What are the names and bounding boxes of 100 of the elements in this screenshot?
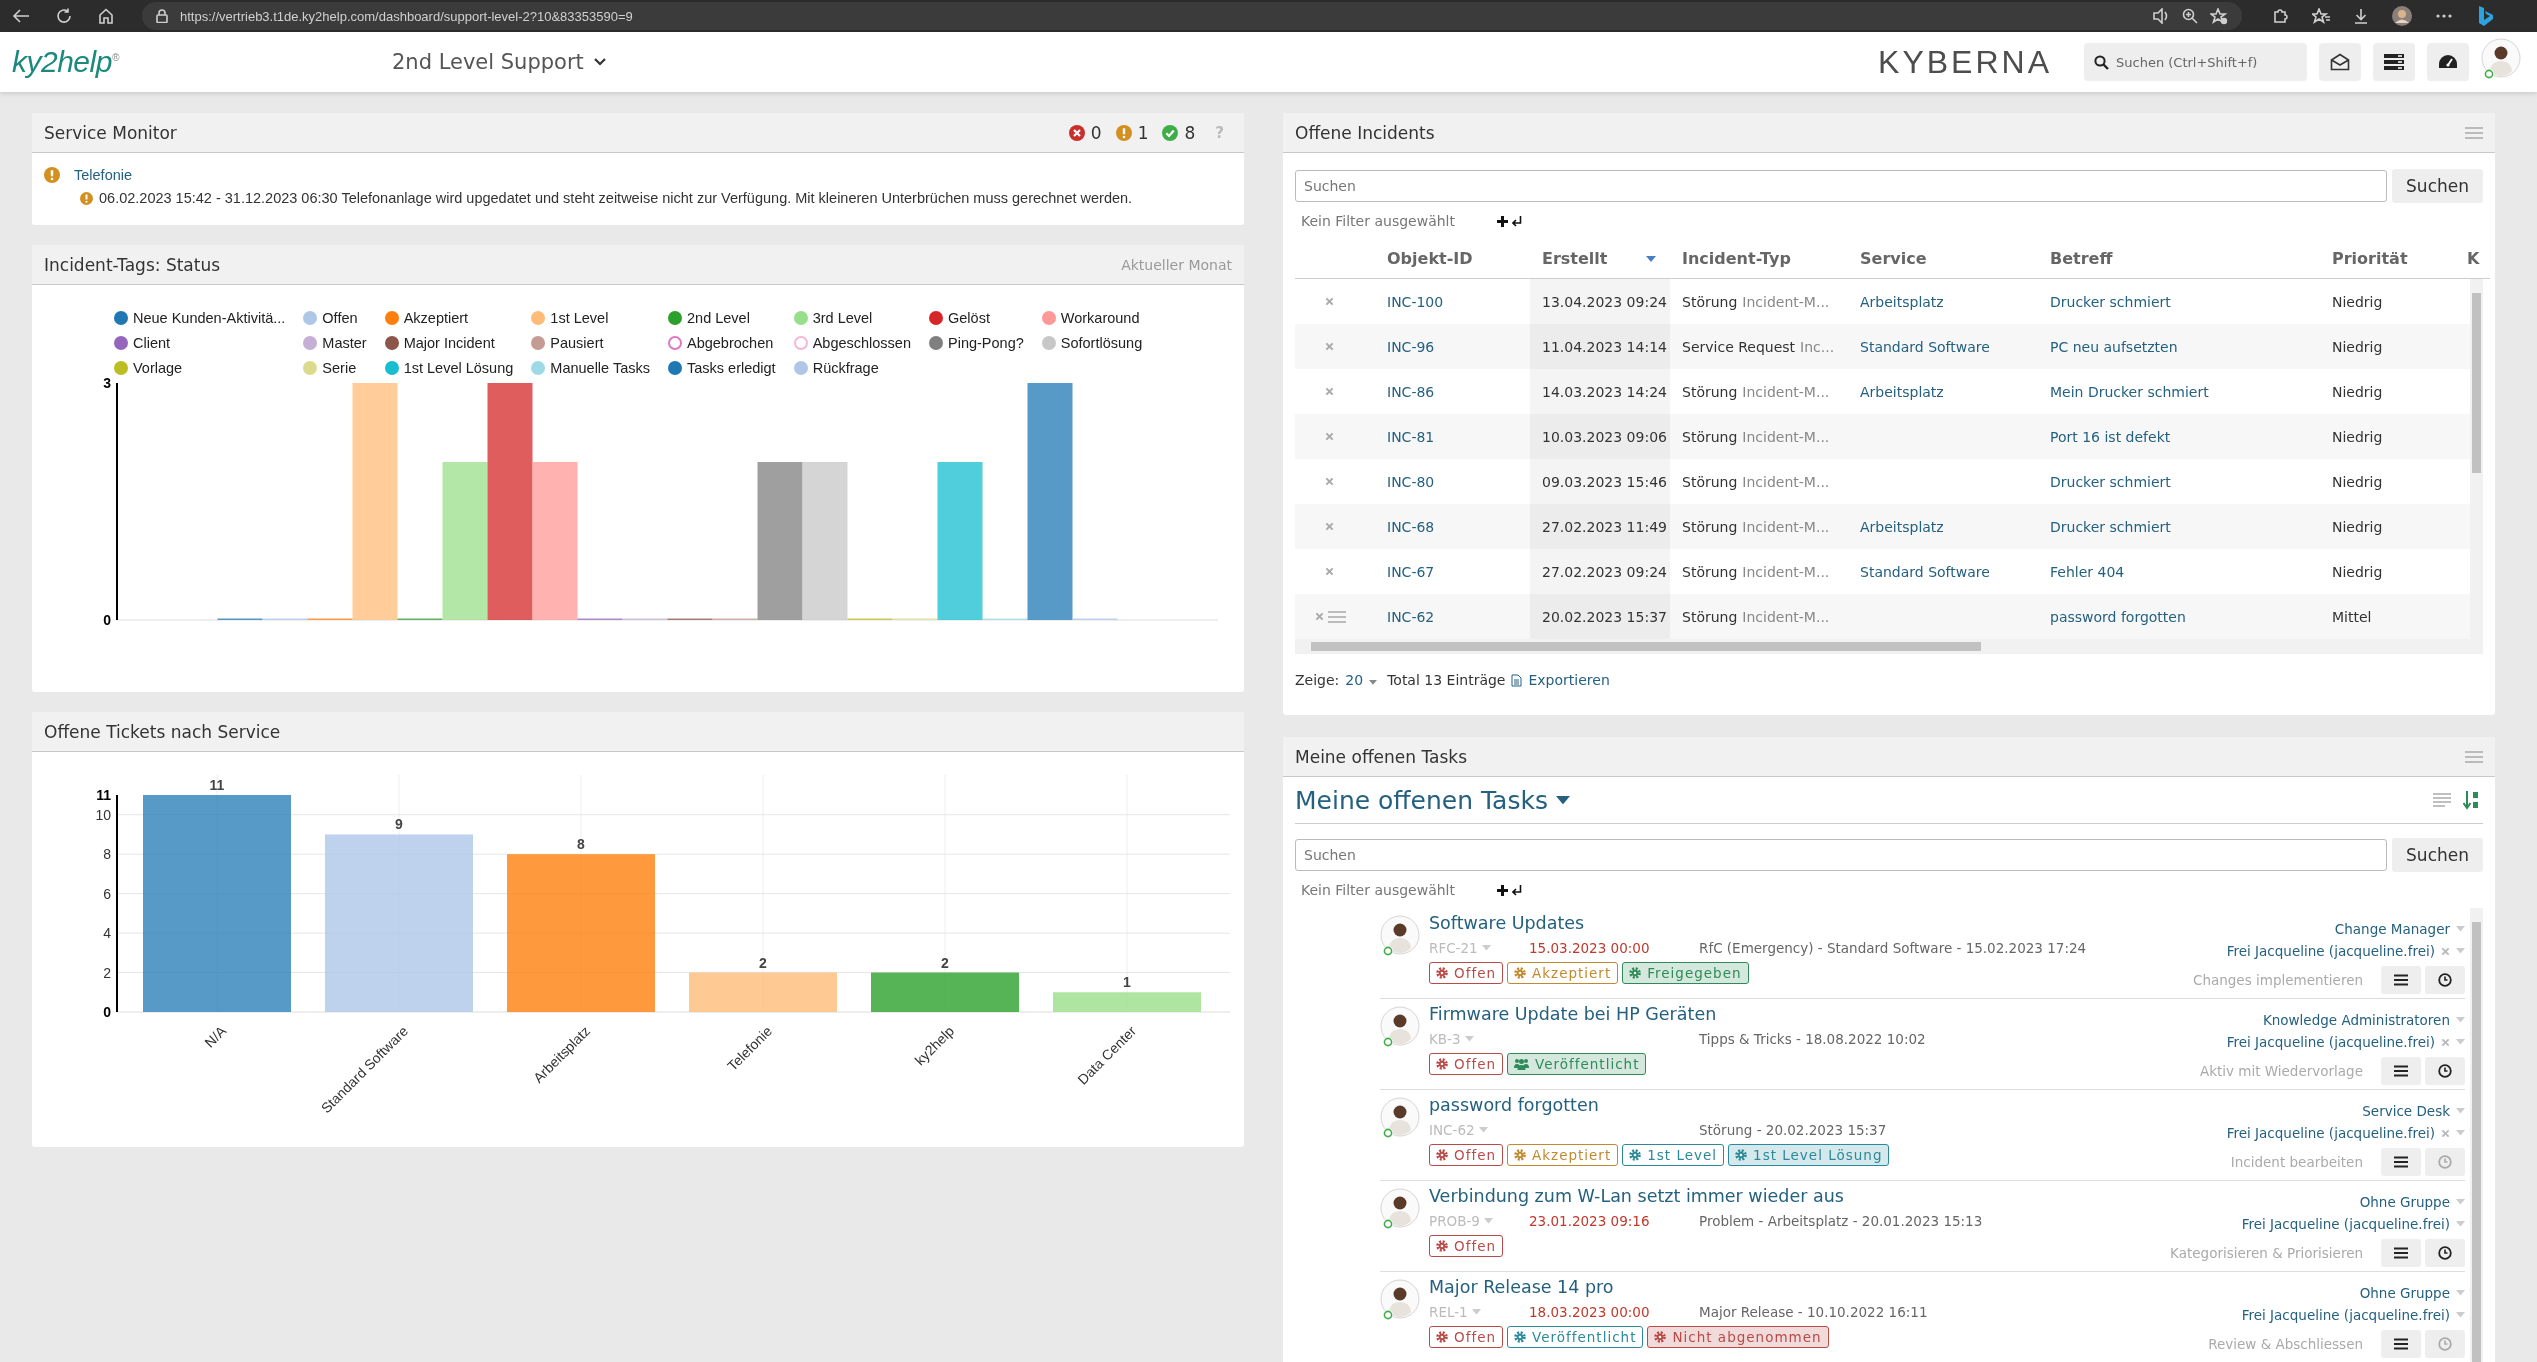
timer-button[interactable] xyxy=(2425,1057,2465,1085)
status-tag[interactable]: Offen xyxy=(1429,1235,1503,1257)
page-size-select[interactable]: 20 xyxy=(1345,672,1364,688)
incident-id-link[interactable]: INC-100 xyxy=(1387,293,1444,310)
assignee-select[interactable]: Frei Jacqueline (jacqueline.frei) xyxy=(2226,1034,2435,1050)
service-link[interactable]: Arbeitsplatz xyxy=(1860,518,1944,535)
more-icon[interactable] xyxy=(2436,14,2452,18)
app-logo[interactable]: ky2help$^{®}$ xyxy=(12,45,392,79)
list-button[interactable] xyxy=(2373,43,2415,81)
service-link[interactable]: Standard Software xyxy=(1860,563,1990,580)
service-link[interactable]: Arbeitsplatz xyxy=(1860,383,1944,400)
legend-item[interactable]: Ping-Pong? xyxy=(929,330,1024,355)
column-header[interactable]: Erstellt xyxy=(1530,239,1670,278)
legend-item[interactable]: Abgebrochen xyxy=(668,330,776,355)
status-tag[interactable]: Offen xyxy=(1429,1053,1503,1075)
scrollbar[interactable] xyxy=(2470,279,2483,639)
incident-id-link[interactable]: INC-80 xyxy=(1387,473,1435,490)
reload-icon[interactable] xyxy=(56,8,72,24)
sort-icon[interactable] xyxy=(2463,790,2479,810)
menu-button[interactable] xyxy=(2381,1330,2421,1358)
export-link[interactable]: Exportieren xyxy=(1528,672,1610,688)
legend-item[interactable]: Manuelle Tasks xyxy=(531,355,650,380)
profile-icon[interactable] xyxy=(2392,6,2412,26)
status-tag[interactable]: Offen xyxy=(1429,1144,1503,1166)
search-field[interactable]: Suchen (Ctrl+Shift+f) xyxy=(2084,43,2307,81)
subject-link[interactable]: Drucker schmiert xyxy=(2050,518,2171,535)
legend-item[interactable]: Gelöst xyxy=(929,305,1024,330)
timer-button[interactable] xyxy=(2425,966,2465,994)
group-select[interactable]: Change Manager xyxy=(2334,921,2450,937)
download-icon[interactable] xyxy=(2354,8,2368,24)
legend-item[interactable]: 3rd Level xyxy=(793,305,911,330)
subject-link[interactable]: Drucker schmiert xyxy=(2050,293,2171,310)
legend-item[interactable]: Tasks erledigt xyxy=(668,355,776,380)
column-header[interactable]: Incident-Typ xyxy=(1670,239,1848,278)
enter-icon[interactable] xyxy=(1511,884,1522,896)
subject-link[interactable]: Mein Drucker schmiert xyxy=(2050,383,2209,400)
assignee-select[interactable]: Frei Jacqueline (jacqueline.frei) xyxy=(2226,1125,2435,1141)
legend-item[interactable]: Akzeptiert xyxy=(384,305,514,330)
task-title-link[interactable]: Verbindung zum W-Lan setzt immer wieder aus xyxy=(1429,1186,1844,1206)
legend-item[interactable]: 1st Level xyxy=(531,305,650,330)
incident-id-link[interactable]: INC-62 xyxy=(1387,608,1435,625)
incident-id-link[interactable]: INC-68 xyxy=(1387,518,1435,535)
status-tag[interactable]: Offen xyxy=(1429,1326,1503,1348)
extension-icon[interactable] xyxy=(2272,8,2288,24)
column-header[interactable]: Priorität xyxy=(2320,239,2455,278)
column-header[interactable]: Betreff xyxy=(2038,239,2320,278)
legend-item[interactable]: Rückfrage xyxy=(793,355,911,380)
favorite-add-icon[interactable] xyxy=(2210,7,2228,25)
status-tag[interactable]: Nicht abgenommen xyxy=(1647,1326,1829,1348)
address-bar[interactable]: https://vertrieb3.t1de.ky2help.com/dashboard/support-level-2?10&83353590=9 xyxy=(142,2,2242,30)
assignee-select[interactable]: Frei Jacqueline (jacqueline.frei) xyxy=(2241,1307,2450,1323)
incident-id-link[interactable]: INC-96 xyxy=(1387,338,1435,355)
favorites-icon[interactable] xyxy=(2312,8,2330,24)
speaker-icon[interactable] xyxy=(2152,8,2170,24)
zoom-icon[interactable] xyxy=(2182,8,2198,24)
home-icon[interactable] xyxy=(98,8,114,24)
plus-icon[interactable] xyxy=(1496,215,1508,227)
back-icon[interactable] xyxy=(12,8,30,24)
service-link[interactable]: Telefonie xyxy=(74,167,133,183)
task-title-link[interactable]: Software Updates xyxy=(1429,913,1585,933)
subject-link[interactable]: Drucker schmiert xyxy=(2050,473,2171,490)
task-title-link[interactable]: password forgotten xyxy=(1429,1095,1599,1115)
column-header[interactable]: K xyxy=(2455,239,2490,278)
menu-button[interactable] xyxy=(2381,1057,2421,1085)
list-title-dropdown[interactable]: Meine offenen Tasks xyxy=(1295,785,1570,815)
legend-item[interactable]: Offen xyxy=(303,305,367,330)
subject-link[interactable]: PC neu aufsetzten xyxy=(2050,338,2178,355)
legend-item[interactable]: Abgeschlossen xyxy=(793,330,911,355)
column-header[interactable]: Objekt-ID xyxy=(1375,239,1530,278)
legend-item[interactable]: Vorlage xyxy=(114,355,286,380)
service-link[interactable]: Arbeitsplatz xyxy=(1860,293,1944,310)
column-header[interactable]: Service xyxy=(1848,239,2038,278)
search-button[interactable]: Suchen xyxy=(2392,838,2483,872)
plus-icon[interactable] xyxy=(1496,884,1508,896)
search-field[interactable]: Suchen xyxy=(1295,839,2388,871)
status-tag[interactable]: 1st Level xyxy=(1622,1144,1725,1166)
incident-id-link[interactable]: INC-86 xyxy=(1387,383,1435,400)
search-button[interactable]: Suchen xyxy=(2392,169,2483,203)
subject-link[interactable]: Fehler 404 xyxy=(2050,563,2125,580)
assignee-select[interactable]: Frei Jacqueline (jacqueline.frei) xyxy=(2241,1216,2450,1232)
group-select[interactable]: Ohne Gruppe xyxy=(2359,1194,2450,1210)
legend-item[interactable]: Serie xyxy=(303,355,367,380)
status-tag[interactable]: Veröffentlicht xyxy=(1507,1326,1644,1348)
group-select[interactable]: Knowledge Administratoren xyxy=(2262,1012,2450,1028)
status-tag[interactable]: Offen xyxy=(1429,962,1503,984)
dashboard-selector[interactable]: 2nd Level Support xyxy=(392,50,606,74)
inbox-button[interactable] xyxy=(2319,43,2361,81)
assignee-select[interactable]: Frei Jacqueline (jacqueline.frei) xyxy=(2226,943,2435,959)
menu-button[interactable] xyxy=(2381,1148,2421,1176)
timer-button[interactable] xyxy=(2425,1239,2465,1267)
group-select[interactable]: Ohne Gruppe xyxy=(2359,1285,2450,1301)
group-select[interactable]: Service Desk xyxy=(2362,1103,2450,1119)
search-field[interactable]: Suchen xyxy=(1295,170,2388,202)
incident-id-link[interactable]: INC-81 xyxy=(1387,428,1435,445)
dashboard-button[interactable] xyxy=(2427,43,2469,81)
legend-item[interactable]: 1st Level Lösung xyxy=(384,355,514,380)
legend-item[interactable]: Master xyxy=(303,330,367,355)
task-title-link[interactable]: Major Release 14 pro xyxy=(1429,1277,1614,1297)
task-title-link[interactable]: Firmware Update bei HP Geräten xyxy=(1429,1004,1717,1024)
legend-item[interactable]: Neue Kunden-Aktivitä... xyxy=(114,305,286,330)
